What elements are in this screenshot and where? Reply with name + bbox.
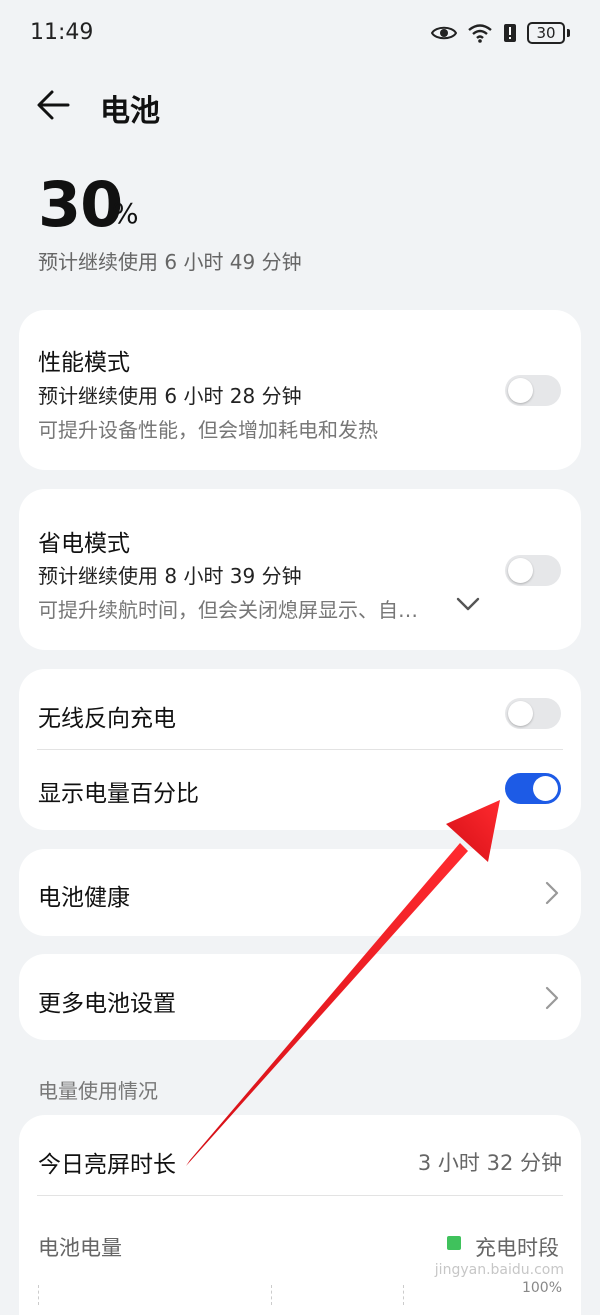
more-battery-settings-row[interactable]: 更多电池设置: [19, 954, 581, 1040]
battery-level-label: 电池电量: [38, 1236, 122, 1260]
performance-mode-description: 可提升设备性能，但会增加耗电和发热: [38, 418, 378, 442]
chart-grid-line: [403, 1285, 405, 1305]
divider: [37, 1195, 563, 1196]
usage-card: 今日亮屏时长 3 小时 32 分钟 电池电量 充电时段 100%: [19, 1115, 581, 1315]
toggle-knob: [508, 558, 533, 583]
divider: [37, 749, 563, 750]
power-saving-toggle[interactable]: [505, 555, 561, 586]
chevron-right-icon: [545, 881, 559, 905]
eye-icon: [431, 26, 457, 40]
power-saving-title: 省电模式: [38, 531, 130, 557]
arrow-left-icon: [37, 90, 70, 120]
toggle-knob: [533, 776, 558, 801]
wifi-icon: [468, 24, 492, 43]
chart-grid-line: [38, 1285, 40, 1305]
charging-legend-label: 充电时段: [475, 1236, 559, 1260]
performance-mode-title: 性能模式: [38, 350, 130, 376]
usage-section-label: 电量使用情况: [38, 1079, 158, 1103]
battery-health-row[interactable]: 电池健康: [19, 849, 581, 936]
battery-health-title: 电池健康: [38, 885, 130, 911]
performance-mode-estimate: 预计继续使用 6 小时 28 分钟: [38, 384, 302, 408]
charging-legend-swatch: [447, 1236, 461, 1250]
toggle-knob: [508, 378, 533, 403]
screen-time-label: 今日亮屏时长: [38, 1152, 176, 1178]
chart-grid-line: [271, 1285, 273, 1305]
watermark: jingyan.baidu.com: [434, 1262, 564, 1278]
chart-axis-max: 100%: [521, 1280, 562, 1296]
power-saving-estimate: 预计继续使用 8 小时 39 分钟: [38, 564, 302, 588]
charging-display-card: 无线反向充电 显示电量百分比: [19, 669, 581, 830]
chevron-right-icon: [545, 986, 559, 1010]
back-button[interactable]: [32, 84, 76, 128]
status-icons: 30: [431, 22, 570, 44]
battery-status-icon: 30: [527, 22, 565, 44]
page-title: 电池: [100, 94, 160, 129]
battery-percent: 30: [38, 168, 123, 241]
battery-estimate: 预计继续使用 6 小时 49 分钟: [38, 250, 302, 274]
status-time: 11:49: [30, 20, 94, 45]
alert-icon: [504, 24, 516, 42]
toggle-knob: [508, 701, 533, 726]
battery-nub: [567, 29, 570, 37]
power-saving-description: 可提升续航时间，但会关闭熄屏显示、自…: [38, 598, 418, 622]
more-battery-settings-title: 更多电池设置: [38, 991, 176, 1017]
performance-mode-toggle[interactable]: [505, 375, 561, 406]
battery-percent-unit: %: [112, 197, 139, 230]
screen-time-value: 3 小时 32 分钟: [417, 1151, 562, 1175]
chevron-down-icon[interactable]: [456, 597, 480, 611]
performance-mode-card: 性能模式 预计继续使用 6 小时 28 分钟 可提升设备性能，但会增加耗电和发热: [19, 310, 581, 470]
wireless-reverse-title: 无线反向充电: [38, 706, 176, 732]
power-saving-card: 省电模式 预计继续使用 8 小时 39 分钟 可提升续航时间，但会关闭熄屏显示、…: [19, 489, 581, 650]
show-percentage-title: 显示电量百分比: [38, 781, 199, 807]
show-percentage-toggle[interactable]: [505, 773, 561, 804]
wireless-reverse-toggle[interactable]: [505, 698, 561, 729]
